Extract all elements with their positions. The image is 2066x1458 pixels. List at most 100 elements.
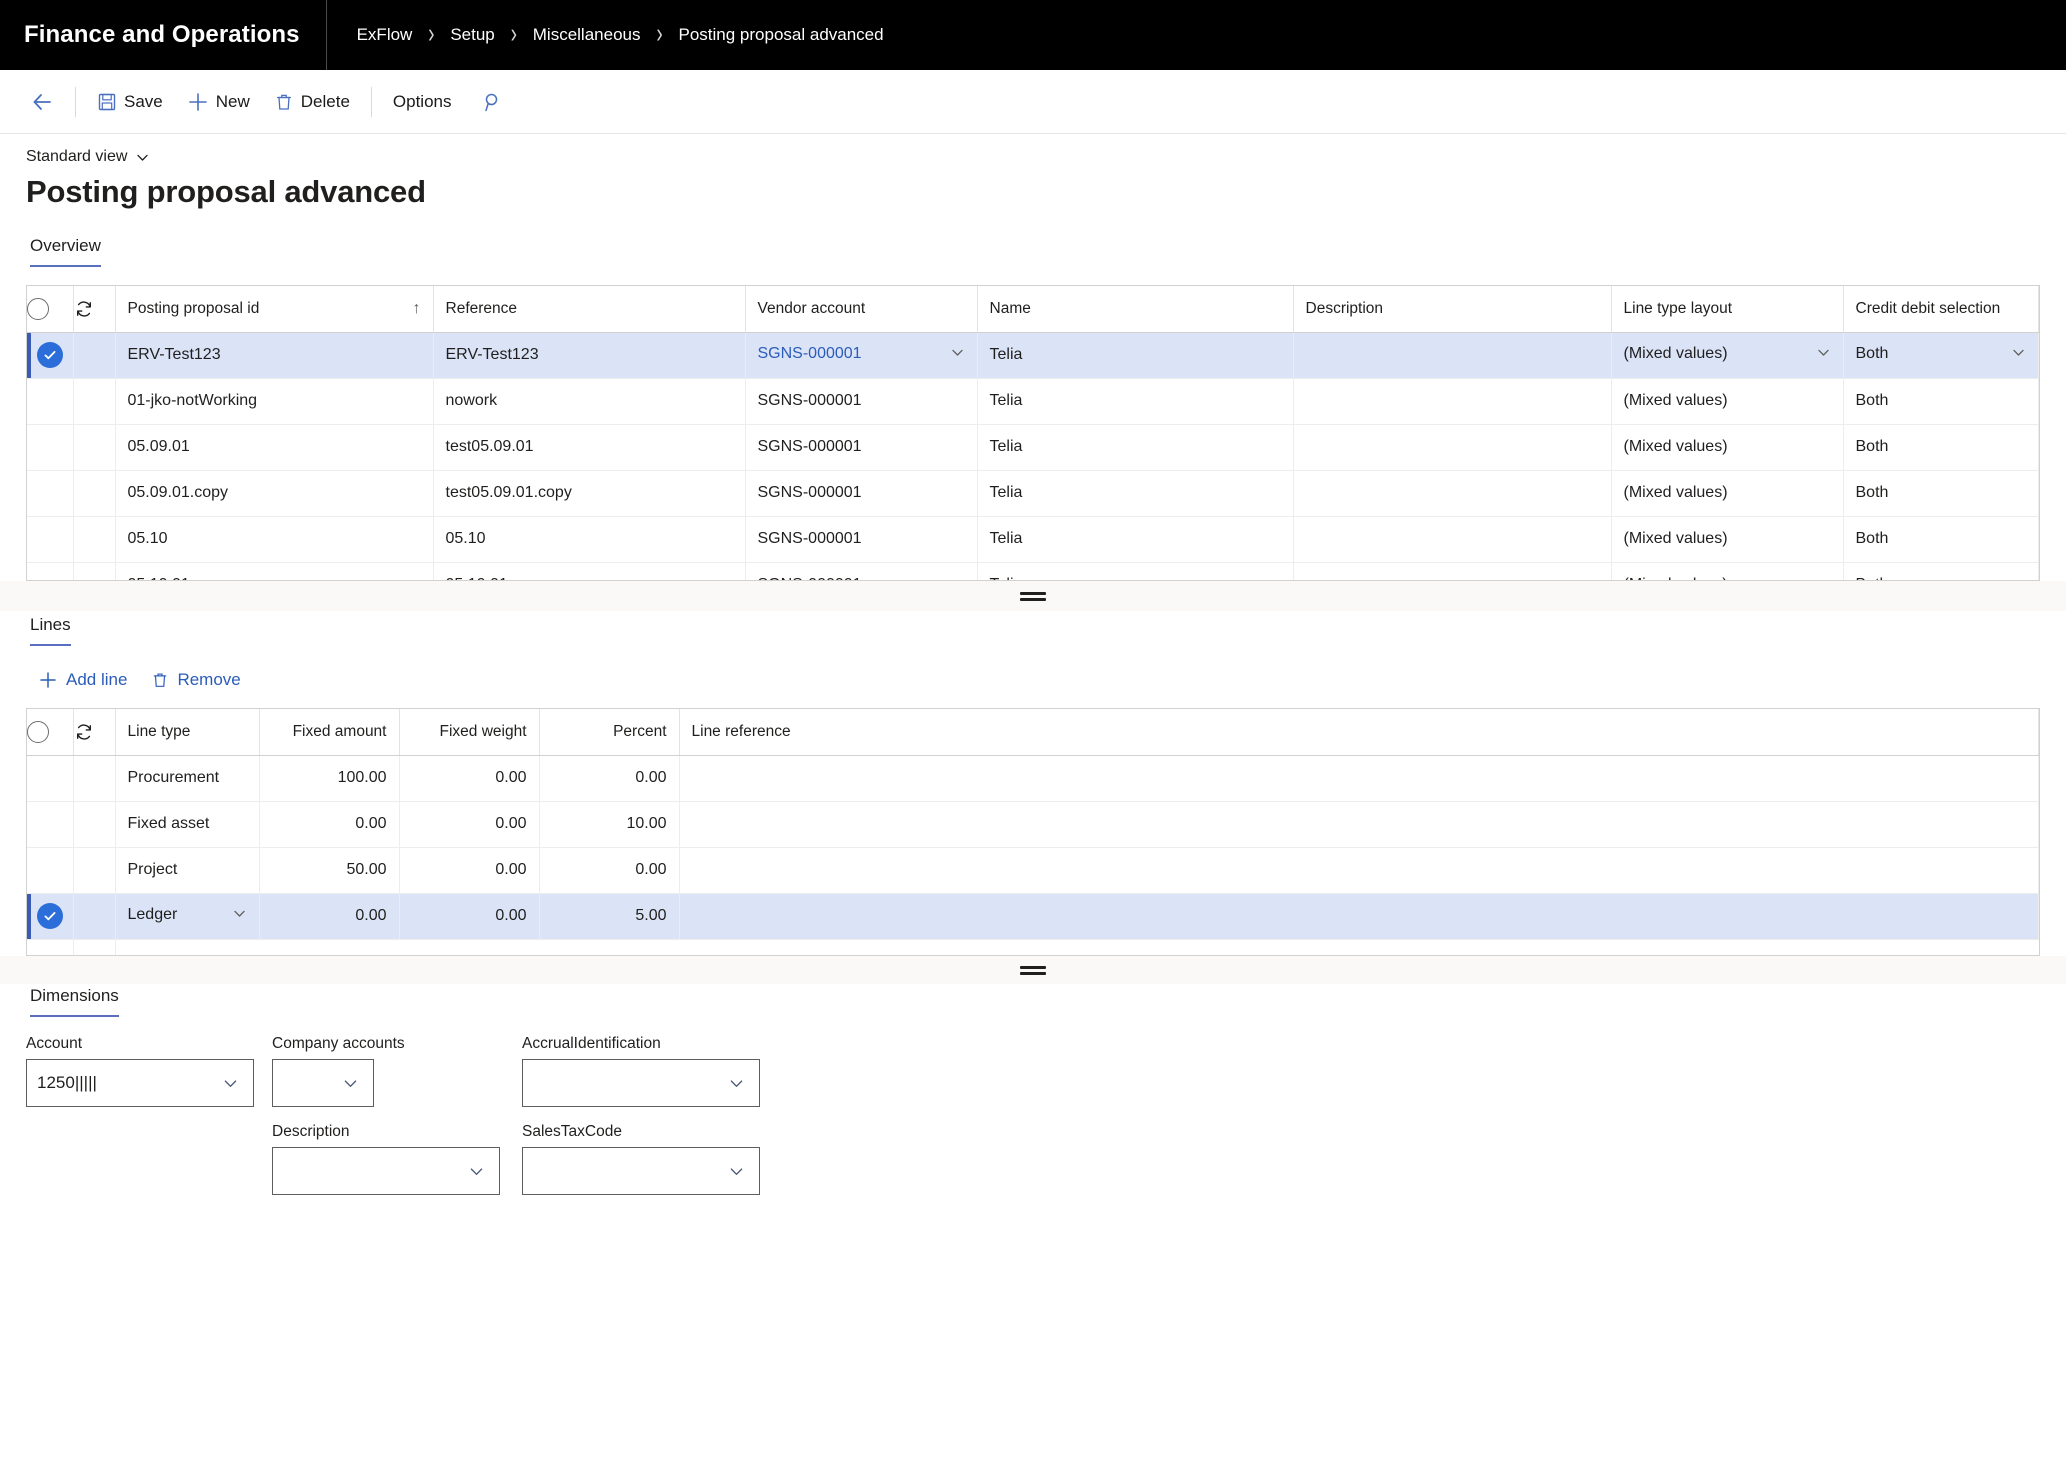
cell-line-type[interactable]: Procurement [115, 755, 260, 802]
table-row[interactable]: 01-jko-notWorking nowork SGNS-000001 Tel… [27, 378, 2039, 425]
cell-line-type-layout[interactable]: (Mixed values) [1611, 516, 1844, 563]
column-header-line-type-layout[interactable]: Line type layout [1611, 286, 1844, 333]
row-select-cell[interactable] [27, 562, 74, 580]
row-select-cell[interactable] [27, 516, 74, 563]
row-select-cell[interactable] [27, 332, 74, 379]
table-row[interactable]: 05.10.01 05.10.01 SGNS-000001 Telia (Mix… [27, 562, 2039, 580]
cell-credit-debit-selection[interactable]: Both [1843, 332, 2039, 379]
cell-posting-proposal-id[interactable]: 05.09.01 [115, 424, 434, 471]
cell-credit-debit-selection[interactable]: Both [1843, 516, 2039, 563]
cell-fixed-amount[interactable]: 0.00 [259, 893, 400, 940]
column-header-fixed-amount[interactable]: Fixed amount [259, 709, 400, 756]
cell-posting-proposal-id[interactable]: 05.10.01 [115, 562, 434, 580]
new-button[interactable]: New [175, 81, 262, 123]
table-row[interactable]: 05.09.01.copy test05.09.01.copy SGNS-000… [27, 470, 2039, 517]
column-header-name[interactable]: Name [977, 286, 1294, 333]
overview-lines-splitter[interactable] [0, 581, 2066, 611]
chevron-down-icon[interactable] [1816, 345, 1831, 365]
chevron-down-icon[interactable] [463, 1163, 489, 1180]
table-row[interactable]: Fixed asset 0.00 0.00 10.00 [27, 801, 2039, 848]
select-all-header[interactable] [27, 286, 74, 333]
chevron-down-icon[interactable] [2011, 345, 2026, 365]
cell-credit-debit-selection[interactable]: Both [1843, 470, 2039, 517]
tab-lines[interactable]: Lines [30, 615, 71, 646]
column-header-percent[interactable]: Percent [539, 709, 680, 756]
company-accounts-input[interactable] [272, 1059, 374, 1107]
table-row[interactable]: 05.09.01 test05.09.01 SGNS-000001 Telia … [27, 424, 2039, 471]
cell-credit-debit-selection[interactable]: Both [1843, 562, 2039, 580]
breadcrumb-item-setup[interactable]: Setup [444, 25, 500, 45]
cell-name[interactable]: Telia [977, 424, 1294, 471]
row-select-cell[interactable] [27, 378, 74, 425]
cell-line-type[interactable]: Fixed asset [115, 801, 260, 848]
cell-name[interactable]: Telia [977, 378, 1294, 425]
save-button[interactable]: Save [85, 81, 175, 123]
table-row[interactable]: ERV-Test123 ERV-Test123 SGNS-000001 Teli… [27, 332, 2039, 379]
column-header-posting-proposal-id[interactable]: Posting proposal id ↑ [115, 286, 434, 333]
row-select-cell[interactable] [27, 893, 74, 940]
cell-description[interactable] [1293, 424, 1612, 471]
cell-description[interactable] [1293, 516, 1612, 563]
refresh-header[interactable] [73, 286, 116, 333]
sales-tax-code-input[interactable] [522, 1147, 760, 1195]
cell-line-type[interactable]: Ledger [115, 893, 260, 940]
column-header-fixed-weight[interactable]: Fixed weight [399, 709, 540, 756]
cell-fixed-weight[interactable]: 0.00 [399, 755, 540, 802]
chevron-down-icon[interactable] [723, 1075, 749, 1092]
cell-line-reference[interactable] [679, 755, 2039, 802]
row-select-cell[interactable] [27, 755, 74, 802]
refresh-header[interactable] [73, 709, 116, 756]
cell-credit-debit-selection[interactable]: Both [1843, 424, 2039, 471]
row-select-cell[interactable] [27, 801, 74, 848]
add-line-button[interactable]: Add line [30, 666, 135, 694]
breadcrumb-item-current[interactable]: Posting proposal advanced [673, 25, 890, 45]
cell-reference[interactable]: 05.10 [433, 516, 746, 563]
cell-posting-proposal-id[interactable]: 05.10 [115, 516, 434, 563]
cell-line-reference[interactable] [679, 893, 2039, 940]
cell-vendor-account[interactable]: SGNS-000001 [745, 516, 978, 563]
table-row[interactable]: Procurement 100.00 0.00 0.00 [27, 755, 2039, 802]
cell-vendor-account[interactable]: SGNS-000001 [745, 562, 978, 580]
row-select-cell[interactable] [27, 424, 74, 471]
cell-reference[interactable]: 05.10.01 [433, 562, 746, 580]
cell-percent[interactable]: 0.00 [539, 755, 680, 802]
cell-reference[interactable]: test05.09.01 [433, 424, 746, 471]
cell-percent[interactable]: 0.00 [539, 847, 680, 894]
column-header-description[interactable]: Description [1293, 286, 1612, 333]
cell-line-type-layout[interactable]: (Mixed values) [1611, 332, 1844, 379]
cell-reference[interactable]: test05.09.01.copy [433, 470, 746, 517]
account-input[interactable]: 1250||||| [26, 1059, 254, 1107]
remove-line-button[interactable]: Remove [143, 666, 248, 694]
cell-name[interactable]: Telia [977, 516, 1294, 563]
cell-description[interactable] [1293, 470, 1612, 517]
cell-description[interactable] [1293, 562, 1612, 580]
row-select-cell[interactable] [27, 470, 74, 517]
tab-dimensions[interactable]: Dimensions [30, 986, 119, 1017]
cell-name[interactable]: Telia [977, 332, 1294, 379]
cell-vendor-account[interactable]: SGNS-000001 [745, 424, 978, 471]
chevron-down-icon[interactable] [950, 345, 965, 365]
cell-line-type[interactable]: Project [115, 847, 260, 894]
vendor-account-link[interactable]: SGNS-000001 [758, 345, 862, 362]
chevron-down-icon[interactable] [337, 1075, 363, 1092]
chevron-down-icon[interactable] [723, 1163, 749, 1180]
cell-line-type-layout[interactable]: (Mixed values) [1611, 470, 1844, 517]
cell-vendor-account[interactable]: SGNS-000001 [745, 332, 978, 379]
cell-fixed-weight[interactable]: 0.00 [399, 847, 540, 894]
row-select-cell[interactable] [27, 847, 74, 894]
back-button[interactable] [18, 81, 66, 123]
delete-button[interactable]: Delete [262, 81, 362, 123]
cell-fixed-weight[interactable]: 0.00 [399, 801, 540, 848]
cell-line-type-layout[interactable]: (Mixed values) [1611, 562, 1844, 580]
cell-reference[interactable]: nowork [433, 378, 746, 425]
table-row[interactable]: Project 50.00 0.00 0.00 [27, 847, 2039, 894]
cell-fixed-amount[interactable]: 100.00 [259, 755, 400, 802]
column-header-line-type[interactable]: Line type [115, 709, 260, 756]
cell-line-reference[interactable] [679, 847, 2039, 894]
cell-line-reference[interactable] [679, 801, 2039, 848]
description-input[interactable] [272, 1147, 500, 1195]
column-header-credit-debit-selection[interactable]: Credit debit selection [1843, 286, 2039, 333]
cell-vendor-account[interactable]: SGNS-000001 [745, 470, 978, 517]
chevron-down-icon[interactable] [232, 906, 247, 926]
column-header-line-reference[interactable]: Line reference [679, 709, 2039, 756]
